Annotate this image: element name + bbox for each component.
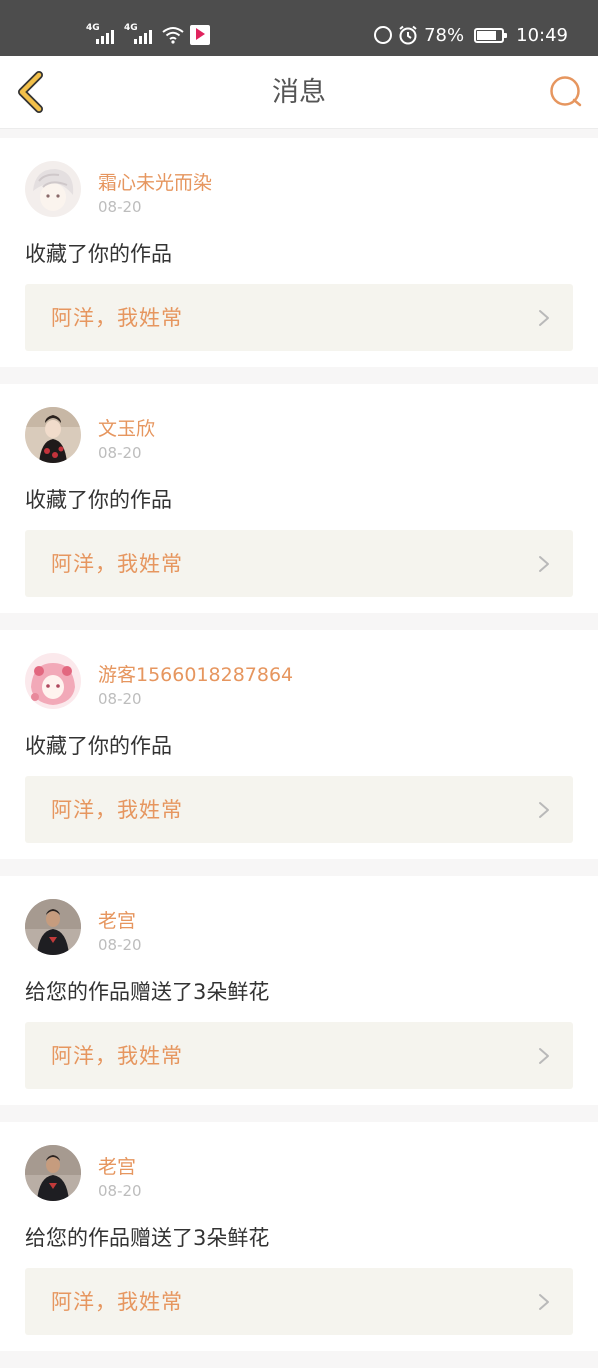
app-notification-icon [190, 25, 210, 45]
page-title: 消息 [272, 77, 326, 108]
avatar[interactable] [25, 1145, 81, 1201]
username[interactable]: 游客1566018287864 [98, 660, 293, 687]
message-date: 08-20 [98, 690, 142, 708]
message-card: 老宫 08-20 给您的作品赠送了3朵鲜花 阿洋，我姓常 [0, 1122, 598, 1351]
message-date: 08-20 [98, 936, 142, 954]
avatar[interactable] [25, 899, 81, 955]
message-text: 收藏了你的作品 [25, 242, 172, 266]
work-title: 阿洋，我姓常 [51, 1044, 183, 1068]
nfc-icon [374, 26, 393, 44]
status-bar: 4G 4G 78% 10:49 [0, 0, 598, 56]
work-title: 阿洋，我姓常 [51, 552, 183, 576]
status-right-icons: 78% 10:49 [374, 22, 568, 48]
alarm-icon [399, 25, 417, 45]
username[interactable]: 霜心未光而染 [98, 168, 212, 195]
message-card: 文玉欣 08-20 收藏了你的作品 阿洋，我姓常 [0, 384, 598, 613]
cell-signal-1-icon: 4G [86, 24, 118, 46]
work-link[interactable]: 阿洋，我姓常 [25, 530, 573, 597]
chevron-right-icon [539, 556, 549, 572]
app-header: 消息 [0, 56, 598, 129]
message-date: 08-20 [98, 1182, 142, 1200]
avatar[interactable] [25, 653, 81, 709]
clock: 10:49 [516, 24, 568, 46]
message-date: 08-20 [98, 444, 142, 462]
chevron-right-icon [539, 310, 549, 326]
work-link[interactable]: 阿洋，我姓常 [25, 776, 573, 843]
message-text: 收藏了你的作品 [25, 488, 172, 512]
username[interactable]: 老宫 [98, 906, 136, 933]
work-title: 阿洋，我姓常 [51, 306, 183, 330]
message-date: 08-20 [98, 198, 142, 216]
avatar[interactable] [25, 407, 81, 463]
status-left-icons: 4G 4G [86, 22, 210, 46]
back-arrow-icon[interactable] [12, 68, 56, 116]
message-text: 给您的作品赠送了3朵鲜花 [25, 1226, 270, 1250]
work-link[interactable]: 阿洋，我姓常 [25, 1022, 573, 1089]
message-list: 霜心未光而染 08-20 收藏了你的作品 阿洋，我姓常 文玉欣 08-20 收藏… [0, 138, 598, 1368]
chevron-right-icon [539, 802, 549, 818]
work-title: 阿洋，我姓常 [51, 1290, 183, 1314]
message-card: 霜心未光而染 08-20 收藏了你的作品 阿洋，我姓常 [0, 138, 598, 367]
message-text: 给您的作品赠送了3朵鲜花 [25, 980, 270, 1004]
chevron-right-icon [539, 1048, 549, 1064]
battery-icon [474, 27, 508, 43]
message-card: 游客1566018287864 08-20 收藏了你的作品 阿洋，我姓常 [0, 630, 598, 859]
search-icon[interactable] [548, 74, 584, 110]
cell-signal-2-icon: 4G [124, 24, 156, 46]
avatar[interactable] [25, 161, 81, 217]
work-title: 阿洋，我姓常 [51, 798, 183, 822]
username[interactable]: 文玉欣 [98, 414, 155, 441]
message-card: 老宫 08-20 给您的作品赠送了3朵鲜花 阿洋，我姓常 [0, 876, 598, 1105]
battery-percent: 78% [424, 24, 465, 46]
chevron-right-icon [539, 1294, 549, 1310]
work-link[interactable]: 阿洋，我姓常 [25, 284, 573, 351]
wifi-icon [162, 27, 184, 44]
message-text: 收藏了你的作品 [25, 734, 172, 758]
work-link[interactable]: 阿洋，我姓常 [25, 1268, 573, 1335]
username[interactable]: 老宫 [98, 1152, 136, 1179]
